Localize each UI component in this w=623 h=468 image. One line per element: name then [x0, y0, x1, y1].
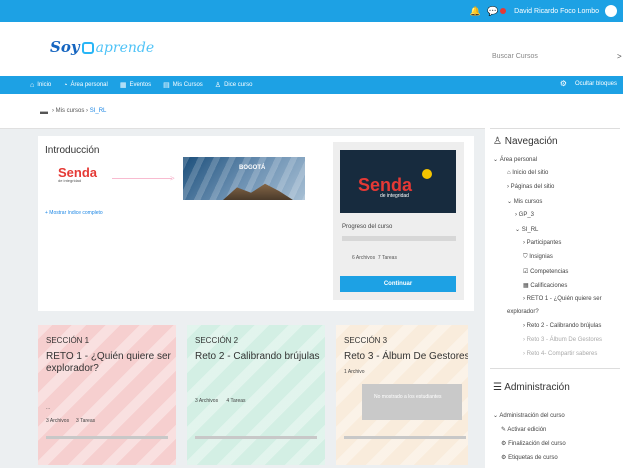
menu-icon: ☰: [493, 382, 502, 393]
continue-button[interactable]: Continuar: [340, 276, 456, 292]
admin-title: ☰ Administración: [493, 382, 570, 393]
nav-course[interactable]: ♙ Dice curso: [215, 81, 253, 89]
nav-reto1[interactable]: › RETO 1 - ¿Quién quiere ser: [523, 296, 602, 302]
progress-label: Progreso del curso: [342, 224, 393, 230]
sitemap-icon: ♙: [493, 136, 502, 147]
avatar[interactable]: [605, 5, 617, 17]
site-header: Soy aprende Buscar Cursos >: [0, 22, 623, 76]
nav-competencies[interactable]: ☑ Competencias: [523, 268, 568, 275]
top-bar: 🔔 💬 David Ricardo Foco Lombo: [0, 0, 623, 22]
pencil-icon: ✎: [501, 427, 507, 433]
sitemap-icon: ♙: [214, 82, 222, 89]
briefcase-icon: ▤: [163, 82, 170, 89]
section-label: SECCIÓN 2: [195, 336, 239, 345]
site-logo[interactable]: Soy aprende: [50, 38, 154, 56]
gear-icon: ⚙: [501, 455, 507, 461]
arrow-line: [112, 178, 172, 179]
nav-gp3[interactable]: › GP_3: [515, 212, 534, 218]
breadcrumb-my-courses[interactable]: Mis cursos: [56, 108, 85, 114]
section-progress: [46, 436, 168, 439]
bell-icon[interactable]: 🔔: [470, 6, 481, 17]
notification-badge: [500, 8, 507, 14]
bogota-banner: BOGOTÁ: [183, 157, 305, 200]
nav-grades[interactable]: ▦ Calificaciones: [523, 282, 567, 289]
navigation-title: ♙ Navegación: [493, 136, 558, 147]
section-name[interactable]: RETO 1 - ¿Quién quiere ser explorador?: [46, 351, 174, 375]
section-progress: [344, 436, 466, 439]
course-completion[interactable]: ⚙ Finalización del curso: [501, 440, 566, 447]
table-icon: ▦: [523, 283, 529, 289]
nav-my-courses[interactable]: ▤ Mis Cursos: [163, 81, 203, 89]
course-tags[interactable]: ⚙ Etiquetas de curso: [501, 454, 558, 461]
hide-blocks-button[interactable]: Ocultar bloques: [575, 81, 617, 87]
checkbox-icon: ☑: [523, 269, 529, 275]
main-nav: ⌂ Inicio ◔ Área personal ▦ Eventos ▤ Mis Cur…: [0, 76, 623, 94]
folder-icon: ▬: [40, 106, 48, 116]
intro-title: Introducción: [45, 145, 100, 156]
nav-sirl[interactable]: ⌄ SI_RL: [515, 226, 538, 233]
nav-events[interactable]: ▦ Eventos: [120, 81, 151, 89]
section-counts: 3 Archivos 3 Tareas: [46, 418, 96, 424]
search-icon[interactable]: >: [617, 52, 622, 61]
nav-home[interactable]: ⌂ Inicio: [30, 82, 51, 89]
gear-icon[interactable]: ⚙: [560, 79, 567, 88]
nav-site-home[interactable]: ⌂ Inicio del sitio: [507, 170, 548, 176]
shield-icon: ⛉: [523, 254, 528, 260]
course-logo: Senda de integridad: [358, 169, 432, 199]
nav-dashboard[interactable]: ◔ Área personal: [63, 82, 108, 89]
section-card-3[interactable]: SECCIÓN 3 Reto 3 - Álbum De Gestores 1 A…: [336, 325, 468, 465]
arrow-icon: >: [170, 174, 175, 183]
nav-reto3[interactable]: › Reto 3 - Álbum De Gestores: [523, 337, 602, 343]
nav-reto4[interactable]: › Reto 4- Compartir saberes: [523, 351, 597, 357]
section-dots: ...: [46, 405, 51, 411]
show-index-link[interactable]: + Mostrar índice completo: [45, 210, 103, 216]
nav-reto1-cont[interactable]: explorador?: [507, 309, 539, 315]
gear-icon: ⚙: [501, 441, 507, 447]
edit-mode[interactable]: ✎ Activar edición: [501, 426, 546, 433]
section-label: SECCIÓN 1: [46, 336, 90, 345]
section-label: SECCIÓN 3: [344, 336, 388, 345]
section-progress: [195, 436, 317, 439]
sidebar: ♙ Navegación ⌄ Área personal ⌂ Inicio de…: [485, 128, 623, 468]
nav-site-pages[interactable]: › Páginas del sitio: [507, 184, 554, 190]
chat-icon[interactable]: 💬: [487, 6, 498, 17]
user-name[interactable]: David Ricardo Foco Lombo: [514, 8, 599, 15]
search-input[interactable]: Buscar Cursos: [492, 53, 614, 60]
nav-badges[interactable]: ⛉ Insignias: [523, 254, 553, 261]
dashboard-icon: ◔: [63, 81, 68, 89]
section-counts: 3 Archivos 4 Tareas: [195, 398, 246, 404]
breadcrumb: ▬ › Mis cursos › SI_RL: [0, 94, 623, 129]
course-admin[interactable]: ⌄ Administración del curso: [493, 412, 565, 419]
section-name[interactable]: Reto 3 - Álbum De Gestores: [344, 351, 468, 363]
nav-my-courses[interactable]: ⌄ Mis cursos: [507, 198, 542, 205]
nav-area[interactable]: ⌄ Área personal: [493, 156, 537, 163]
section-card-2[interactable]: SECCIÓN 2 Reto 2 - Calibrando brújulas 3…: [187, 325, 325, 465]
breadcrumb-course[interactable]: SI_RL: [90, 108, 107, 114]
senda-logo: Senda de integridad: [58, 165, 98, 183]
calendar-icon: ▦: [119, 82, 127, 89]
course-counts: 6 Archivos 7 Tareas: [352, 255, 397, 261]
nav-participants[interactable]: › Participantes: [523, 240, 561, 246]
progress-bar: [342, 236, 456, 241]
section-counts: 1 Archivo: [344, 369, 365, 375]
home-icon: ⌂: [30, 81, 35, 89]
hidden-notice: No mostrado a los estudiantes: [362, 384, 462, 420]
section-name[interactable]: Reto 2 - Calibrando brújulas: [195, 351, 323, 363]
nav-reto2[interactable]: › Reto 2 - Calibrando brújulas: [523, 323, 601, 329]
nav-right: ⚙ Ocultar bloques: [560, 79, 617, 88]
section-card-1[interactable]: SECCIÓN 1 RETO 1 - ¿Quién quiere ser exp…: [38, 325, 176, 465]
